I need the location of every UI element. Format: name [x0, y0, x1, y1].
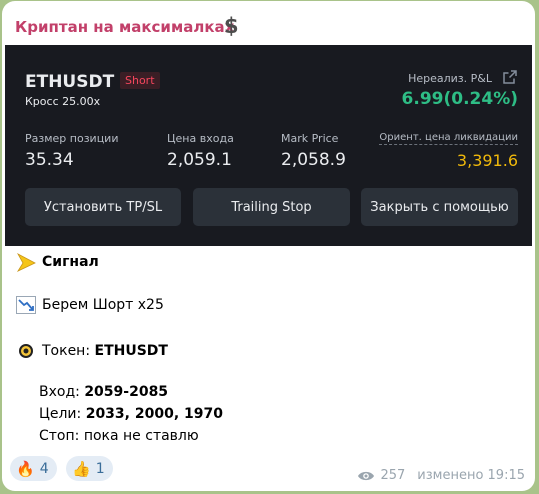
signal-line: Сигнал: [16, 252, 99, 272]
symbol: ETHUSDT: [25, 72, 115, 92]
edited-time: изменено 19:15: [417, 468, 525, 483]
reaction-count: 4: [39, 460, 49, 477]
mark-price-value: 2,058.9: [281, 150, 346, 170]
position-card-image[interactable]: ETHUSDT Short Кросс 25.00x Нереализ. P&L…: [5, 45, 532, 246]
side-badge: Short: [120, 72, 160, 89]
entry-price-value: 2,059.1: [167, 150, 232, 170]
message-meta: 257 изменено 19:15: [357, 468, 525, 483]
reaction-thumbs-up[interactable]: 👍 1: [66, 456, 113, 481]
pointing-triangle-icon: [16, 253, 36, 272]
coin-icon: [19, 344, 33, 358]
token-label: Токен:: [42, 343, 95, 359]
stop-label: Стоп:: [39, 428, 84, 444]
chart-decreasing-icon: [16, 296, 36, 314]
position-size-label: Размер позиции: [25, 132, 119, 145]
stop-value: пока не ставлю: [83, 428, 199, 444]
reaction-fire[interactable]: 🔥 4: [10, 456, 57, 481]
entry-value: 2059-2085: [84, 384, 169, 400]
share-icon: [503, 70, 517, 84]
thumbs-up-icon: 👍: [72, 459, 91, 478]
set-tpsl-button: Установить TP/SL: [25, 188, 181, 226]
channel-name[interactable]: Криптан на максималках: [15, 18, 234, 36]
stop-line: Стоп: пока не ставлю: [39, 428, 199, 444]
trailing-stop-button: Trailing Stop: [193, 188, 350, 226]
pnl-label: Нереализ. P&L: [408, 72, 492, 85]
targets-label: Цели:: [39, 406, 86, 422]
eye-icon: [358, 471, 375, 480]
entry-line: Вход: 2059-2085: [39, 384, 168, 400]
liquidation-price-label: Ориент. цена ликвидации: [379, 132, 518, 145]
mark-price-label: Mark Price: [281, 132, 339, 145]
targets-line: Цели: 2033, 2000, 1970: [39, 406, 223, 422]
entry-price-label: Цена входа: [167, 132, 234, 145]
direction-line: Берем Шорт x25: [16, 296, 164, 314]
fire-icon: 🔥: [16, 459, 35, 478]
pnl-value: 6.99(0.24%): [401, 89, 518, 109]
position-size-value: 35.34: [25, 150, 74, 170]
targets-value: 2033, 2000, 1970: [85, 406, 223, 422]
dollar-emoji: $: [224, 14, 239, 38]
close-with-button: Закрыть с помощью: [361, 188, 518, 226]
token-value: ETHUSDT: [94, 343, 168, 359]
token-line: Токен: ETHUSDT: [16, 341, 168, 361]
signal-heading: Сигнал: [42, 254, 99, 270]
margin-mode: Кросс 25.00x: [25, 95, 101, 108]
direction-text: Берем Шорт x25: [42, 297, 164, 313]
message-bubble: Криптан на максималках $ ETHUSDT Short К…: [2, 1, 535, 491]
reaction-count: 1: [95, 460, 105, 477]
liquidation-price-value: 3,391.6: [456, 151, 518, 170]
entry-label: Вход:: [39, 384, 85, 400]
view-count: 257: [380, 468, 406, 483]
